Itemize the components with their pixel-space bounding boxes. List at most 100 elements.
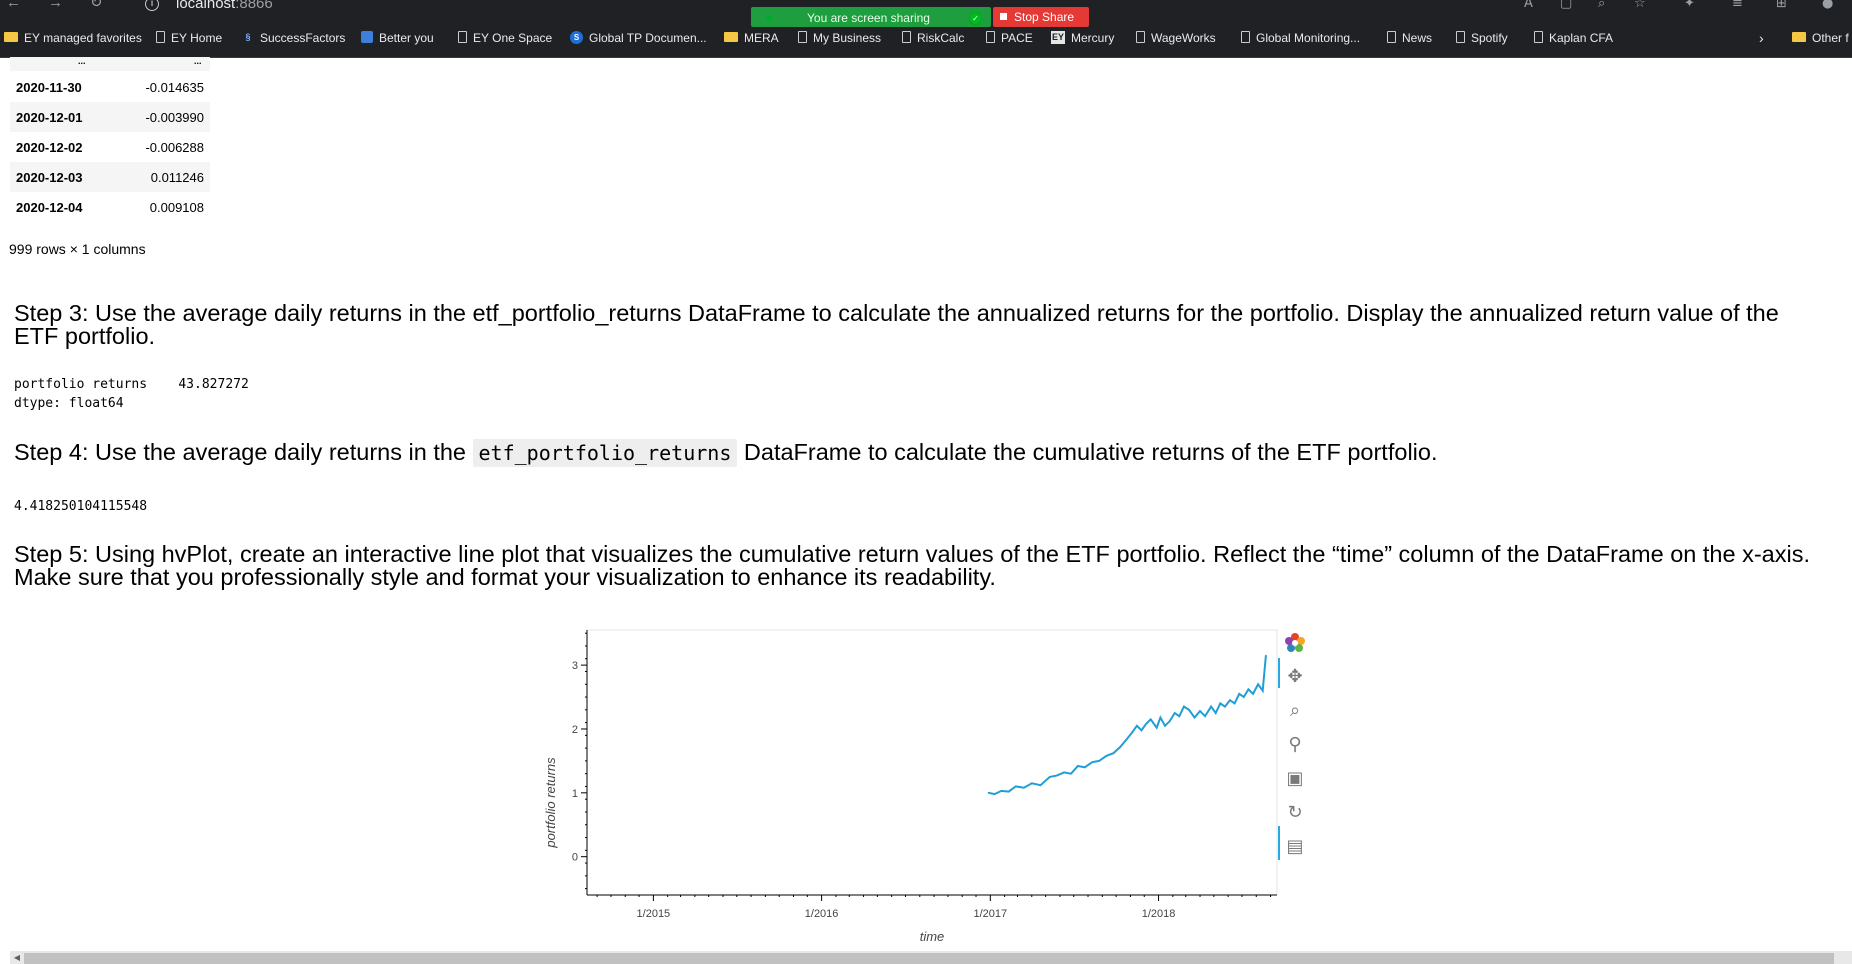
data-point — [1149, 718, 1152, 721]
data-point — [1224, 705, 1226, 708]
sharepoint-icon: S — [570, 30, 583, 44]
ey-icon: EY — [1051, 30, 1065, 44]
bokeh-logo-icon[interactable] — [1280, 628, 1310, 658]
plot-area: 0 1 2 3 1/2015 1/2016 1/2017 1/2018 time portfoli… — [543, 629, 1278, 944]
scrollbar-thumb[interactable] — [24, 953, 1834, 964]
share-status-icon: ◆ — [765, 12, 774, 24]
data-point — [1145, 723, 1147, 725]
site-info-icon[interactable]: i — [145, 0, 159, 11]
favorite-star-icon[interactable]: ☆ — [1634, 0, 1646, 11]
save-tool-icon[interactable]: ▣ — [1280, 764, 1310, 794]
zoom-icon[interactable]: ⌕ — [1598, 0, 1605, 11]
data-point — [1238, 693, 1240, 695]
step3-output-line2: dtype: float64 — [14, 396, 124, 411]
back-arrow-icon[interactable]: ← — [6, 0, 21, 10]
screen-sharing-banner: ◆ You are screen sharing ✓ — [751, 7, 991, 27]
data-point — [1155, 726, 1158, 729]
bookmark-spotify[interactable]: Spotify — [1456, 14, 1508, 57]
bookmark-ey-home[interactable]: EY Home — [156, 14, 222, 57]
bookmark-news[interactable]: News — [1387, 14, 1432, 57]
profile-avatar-icon[interactable]: ● — [1822, 0, 1833, 11]
bookmark-better-you[interactable]: Better you — [361, 14, 434, 57]
forward-arrow-icon[interactable]: → — [48, 0, 63, 10]
screen-sharing-text: You are screen sharing — [807, 11, 930, 25]
pan-active-indicator — [1278, 658, 1280, 688]
bookmark-ey-managed-favorites[interactable]: EY managed favorites — [4, 14, 142, 57]
step4-output: 4.418250104115548 — [14, 499, 148, 514]
cumulative-returns-plot[interactable]: 0 1 2 3 1/2015 1/2016 1/2017 1/2018 time portfoli… — [540, 620, 1300, 950]
data-point — [1243, 696, 1245, 698]
pan-tool-icon[interactable]: ✥ — [1280, 662, 1310, 692]
x-tick-label: 1/2016 — [805, 908, 839, 920]
data-point — [1261, 689, 1264, 692]
data-point — [1098, 760, 1100, 762]
bookmark-kaplan-cfa[interactable]: Kaplan CFA — [1534, 14, 1613, 57]
table-row: 2020-11-30 -0.014635 — [10, 72, 210, 102]
x-tick-label: 1/2017 — [973, 908, 1007, 920]
collections-icon[interactable]: ⊞ — [1776, 0, 1787, 11]
better-you-icon — [361, 31, 373, 44]
table-row: 2020-12-02 -0.006288 — [10, 132, 210, 162]
data-point — [1219, 702, 1222, 705]
data-point — [1210, 705, 1212, 708]
page-icon — [156, 31, 165, 44]
table-row: 2020-12-04 0.009108 — [10, 192, 210, 222]
app-available-icon[interactable]: ▢ — [1560, 0, 1572, 11]
bookmark-wageworks[interactable]: WageWorks — [1136, 14, 1216, 57]
dataframe-ellipsis-row: ... ... — [10, 57, 210, 71]
plot-frame — [586, 629, 1278, 896]
shield-check-icon: ✓ — [969, 12, 982, 25]
page-icon — [458, 31, 467, 44]
data-point — [1140, 729, 1143, 732]
y-tick-label: 2 — [572, 724, 578, 736]
data-point — [1031, 782, 1033, 785]
bookmark-other-favorites[interactable]: Other f — [1792, 14, 1849, 57]
bookmark-global-monitoring[interactable]: Global Monitoring... — [1241, 14, 1360, 57]
data-point — [1173, 712, 1176, 714]
bookmark-successfactors[interactable]: § SuccessFactors — [242, 14, 345, 57]
hover-tool-icon[interactable]: ▤ — [1280, 832, 1310, 862]
data-point — [1119, 746, 1122, 748]
extensions-icon[interactable]: ✦ — [1684, 0, 1695, 11]
step4-text-after: DataFrame to calculate the cumulative re… — [737, 439, 1438, 465]
data-point — [1247, 688, 1250, 691]
wheel-zoom-icon[interactable]: ⚲ — [1280, 730, 1310, 760]
page-icon — [986, 31, 995, 44]
index-ellipsis: ... — [78, 56, 86, 66]
x-axis-label: time — [920, 929, 945, 944]
step3-heading: Step 3: Use the average daily returns in… — [14, 300, 1779, 349]
data-point — [1112, 752, 1115, 754]
row-value: -0.006288 — [145, 139, 204, 155]
stop-share-label: Stop Share — [1014, 10, 1075, 24]
chevron-right-icon[interactable]: › — [1759, 14, 1764, 57]
bookmark-global-tp-documen[interactable]: S Global TP Documen... — [570, 14, 707, 57]
row-index: 2020-12-02 — [16, 139, 83, 155]
stop-share-button[interactable]: Stop Share — [993, 7, 1089, 27]
data-point — [993, 793, 996, 795]
folder-icon — [1792, 32, 1806, 43]
box-zoom-icon[interactable]: ⌕ — [1280, 696, 1310, 726]
row-value: -0.014635 — [145, 79, 204, 95]
folder-icon — [724, 32, 738, 43]
read-aloud-icon[interactable]: A — [1524, 0, 1533, 11]
data-point — [1168, 720, 1171, 723]
address-bar[interactable]: localhost:8866 — [176, 0, 273, 12]
data-point — [1077, 765, 1079, 767]
horizontal-scrollbar[interactable]: ◀ — [10, 951, 1852, 964]
bookmark-ey-one-space[interactable]: EY One Space — [458, 14, 552, 57]
data-point — [1023, 786, 1025, 789]
data-point — [1193, 716, 1196, 719]
scroll-left-arrow-icon[interactable]: ◀ — [10, 951, 24, 964]
row-value: 0.009108 — [149, 199, 204, 215]
x-tick-label: 1/2015 — [637, 908, 671, 920]
row-index: 2020-12-03 — [10, 162, 136, 192]
favorites-list-icon[interactable]: ≡ — [1732, 0, 1743, 11]
page-icon — [1534, 31, 1543, 44]
data-point — [1214, 712, 1217, 714]
reset-tool-icon[interactable]: ↻ — [1280, 798, 1310, 828]
reload-icon[interactable]: ↻ — [90, 0, 103, 10]
data-point — [1229, 699, 1231, 701]
folder-icon — [4, 32, 18, 43]
url-host: localhost — [176, 0, 236, 12]
step4-text-before: Step 4: Use the average daily returns in… — [14, 439, 473, 465]
